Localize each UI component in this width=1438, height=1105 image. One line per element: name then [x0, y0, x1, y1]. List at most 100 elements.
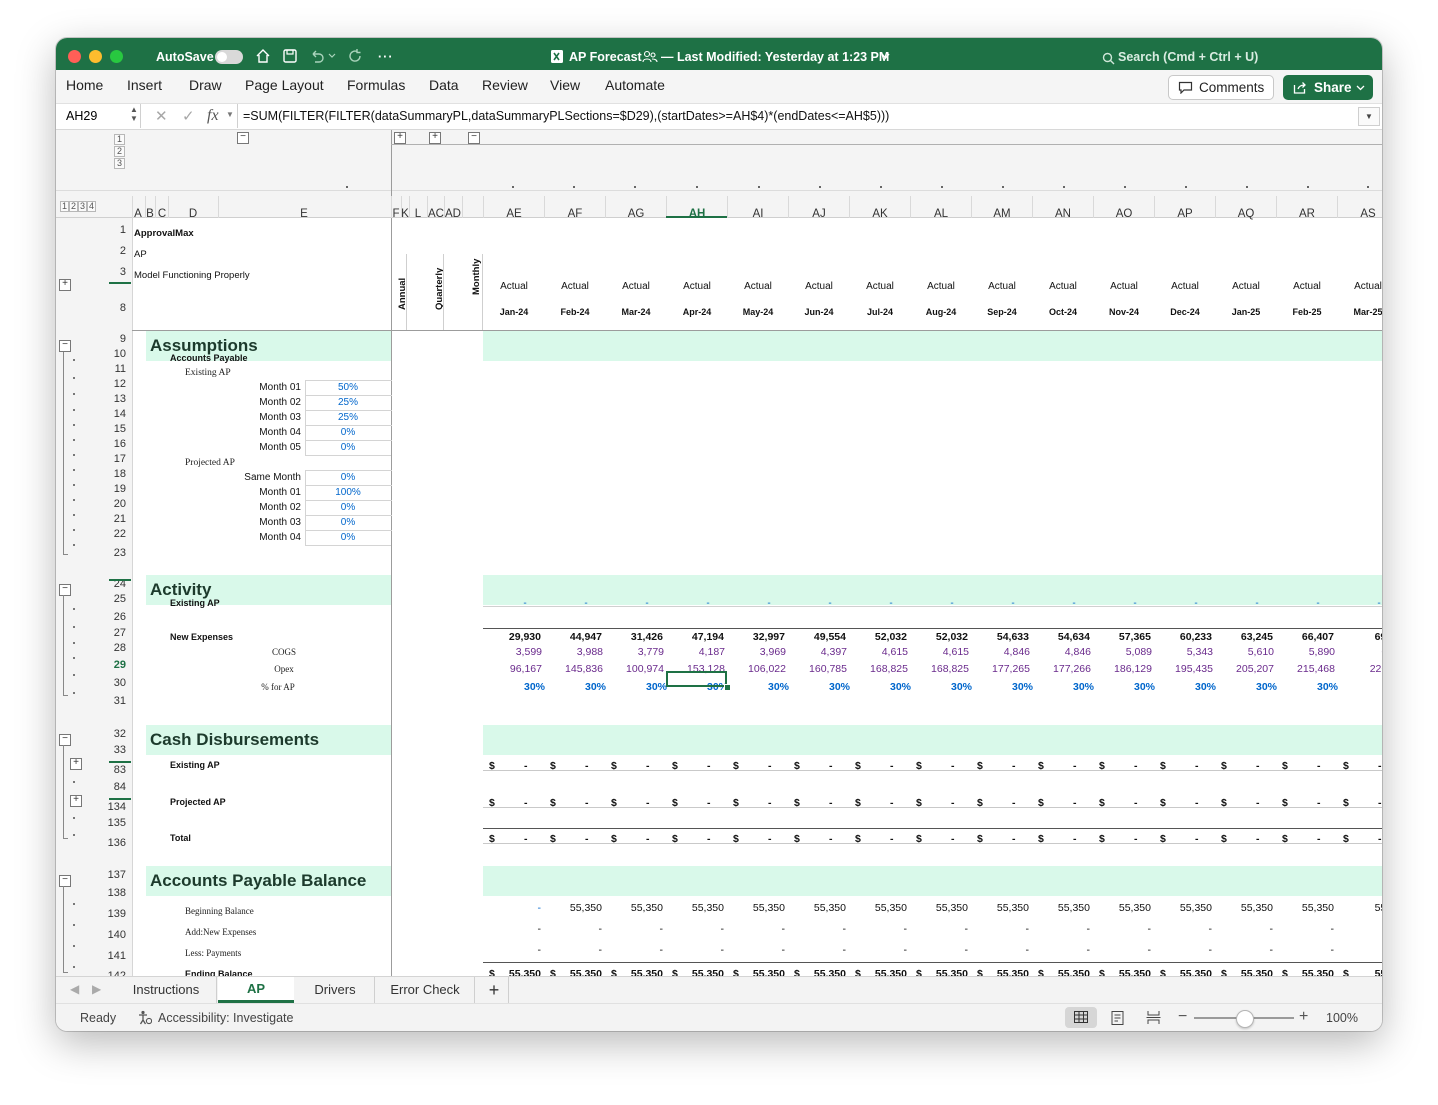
projected-ap-percent[interactable]: 0% — [318, 533, 378, 543]
existing-ap-percent[interactable]: 0% — [318, 428, 378, 438]
cash-existing-ap-value: - — [768, 760, 772, 772]
tab-formulas[interactable]: Formulas — [347, 70, 405, 103]
less-payments-value: - — [1208, 944, 1213, 956]
accessibility-icon[interactable] — [138, 1010, 152, 1025]
outline-level-button-4[interactable]: 4 — [87, 201, 96, 212]
activity-existing-ap-label: Existing AP — [170, 598, 220, 608]
row-header-141: 141 — [107, 950, 126, 962]
outline-level-button-1[interactable]: 1 — [60, 201, 69, 212]
existing-ap-percent[interactable]: 25% — [318, 398, 378, 408]
cash-existing-ap-value: - — [524, 760, 528, 772]
shared-people-icon — [642, 50, 658, 63]
grid-line — [483, 807, 1382, 808]
tab-insert[interactable]: Insert — [127, 70, 162, 103]
period-label: Feb-25 — [1292, 307, 1322, 317]
tab-draw[interactable]: Draw — [189, 70, 222, 103]
existing-ap-value: - — [1377, 598, 1381, 609]
confirm-formula-icon[interactable]: ✓ — [182, 107, 195, 125]
insert-function-icon[interactable]: fx — [207, 107, 219, 125]
zoom-in-button[interactable]: + — [1299, 1008, 1308, 1026]
cash-existing-ap-currency: $ — [855, 760, 861, 772]
title-chevron-down-icon[interactable] — [881, 53, 890, 60]
ending-balance-value: 55,350 — [996, 968, 1029, 976]
tab-automate[interactable]: Automate — [605, 70, 665, 103]
minimize-window-button[interactable] — [89, 50, 102, 63]
existing-ap-percent[interactable]: 50% — [318, 383, 378, 393]
sheet-tab-drivers[interactable]: Drivers — [296, 977, 375, 1003]
row-outline-level-button-3[interactable]: 3 — [114, 158, 125, 169]
row-outline-level-button-2[interactable]: 2 — [114, 146, 125, 157]
row-outline-level-button-1[interactable]: 1 — [114, 134, 125, 145]
tab-home[interactable]: Home — [66, 70, 103, 103]
sheet-tab-error-check[interactable]: Error Check — [376, 977, 475, 1003]
less-payments-value: - — [903, 944, 908, 956]
function-chevron-down-icon[interactable]: ▼ — [226, 110, 234, 119]
projected-ap-percent[interactable]: 100% — [318, 488, 378, 498]
comments-label: Comments — [1199, 80, 1265, 95]
comments-button[interactable]: Comments — [1168, 75, 1274, 100]
name-box[interactable]: AH29 ▲ ▼ — [56, 104, 141, 128]
opex-value: 96,167 — [509, 663, 542, 675]
more-options-icon[interactable]: ··· — [378, 38, 394, 70]
existing-ap-value: - — [523, 598, 527, 609]
page-layout-view-icon[interactable] — [1111, 1011, 1124, 1025]
undo-menu-chevron-icon[interactable] — [328, 52, 336, 60]
existing-ap-percent[interactable]: 0% — [318, 443, 378, 453]
tab-review[interactable]: Review — [482, 70, 528, 103]
last-modified-text[interactable]: — Last Modified: Yesterday at 1:23 PM — [661, 38, 889, 70]
formula-input[interactable]: =SUM(FILTER(FILTER(dataSummaryPL,dataSum… — [243, 109, 889, 123]
existing-ap-value: - — [1072, 598, 1076, 609]
cogs-value: 5,610 — [1247, 646, 1274, 658]
page-break-view-icon[interactable] — [1146, 1010, 1161, 1025]
zoom-slider-thumb[interactable] — [1236, 1010, 1254, 1028]
worksheet-grid[interactable]: 1 2 3 4 1 2 3− + + − A B C D E F K L AC AD AE AF AG AH AI AJ AK AL A… — [56, 130, 1382, 976]
name-box-stepper-icon[interactable]: ▲ ▼ — [130, 105, 138, 123]
autosave-toggle[interactable] — [215, 50, 243, 64]
zoom-window-button[interactable] — [110, 50, 123, 63]
cancel-formula-icon[interactable]: ✕ — [155, 107, 168, 125]
tab-data[interactable]: Data — [429, 70, 459, 103]
column-header-separator — [727, 196, 728, 218]
home-icon[interactable] — [255, 48, 271, 64]
save-icon[interactable] — [282, 48, 298, 64]
cash-projected-ap-value: - — [646, 797, 650, 809]
projected-ap-percent[interactable]: 0% — [318, 473, 378, 483]
sheet-tab-instructions[interactable]: Instructions — [116, 977, 217, 1003]
redo-icon[interactable] — [348, 48, 364, 64]
hidden-rows-indicator — [109, 798, 131, 800]
tab-view[interactable]: View — [550, 70, 580, 103]
outline-level-button-2[interactable]: 2 — [69, 201, 78, 212]
zoom-level[interactable]: 100% — [1326, 1011, 1358, 1025]
zoom-out-button[interactable]: − — [1178, 1008, 1187, 1026]
normal-view-button[interactable] — [1065, 1007, 1097, 1028]
accessibility-status[interactable]: Accessibility: Investigate — [158, 1011, 293, 1025]
row-header-15: 15 — [113, 423, 126, 435]
active-cell-selection[interactable] — [666, 671, 727, 687]
next-sheet-icon[interactable]: ▶ — [92, 982, 101, 996]
previous-sheet-icon[interactable]: ◀ — [70, 982, 79, 996]
search-box[interactable]: Search (Cmd + Ctrl + U) — [1118, 38, 1258, 70]
file-title[interactable]: AP Forecast — [569, 38, 642, 70]
cash-existing-ap-label: Existing AP — [170, 760, 220, 770]
cash-total-currency: $ — [1099, 833, 1105, 845]
cash-total-value: - — [1012, 833, 1016, 845]
column-header-d: D — [188, 208, 198, 220]
sheet-subtitle: AP — [134, 249, 147, 260]
expand-formula-bar-button[interactable]: ▼ — [1358, 107, 1380, 126]
projected-ap-percent[interactable]: 0% — [318, 518, 378, 528]
scenario-label: Actual — [988, 281, 1016, 292]
sheet-tab-ap[interactable]: AP — [218, 977, 294, 1003]
existing-ap-percent[interactable]: 25% — [318, 413, 378, 423]
outline-level-button-3[interactable]: 3 — [78, 201, 87, 212]
projected-ap-percent[interactable]: 0% — [318, 503, 378, 513]
close-window-button[interactable] — [68, 50, 81, 63]
undo-icon[interactable] — [309, 48, 325, 64]
grid-line — [305, 545, 391, 546]
tab-page-layout[interactable]: Page Layout — [245, 70, 324, 103]
column-header-separator — [218, 196, 219, 218]
fill-handle[interactable] — [724, 684, 731, 691]
share-button[interactable]: Share — [1283, 75, 1373, 100]
outline-dot — [73, 817, 75, 819]
add-sheet-button[interactable]: + — [480, 977, 509, 1003]
row-header-137: 137 — [107, 869, 126, 881]
